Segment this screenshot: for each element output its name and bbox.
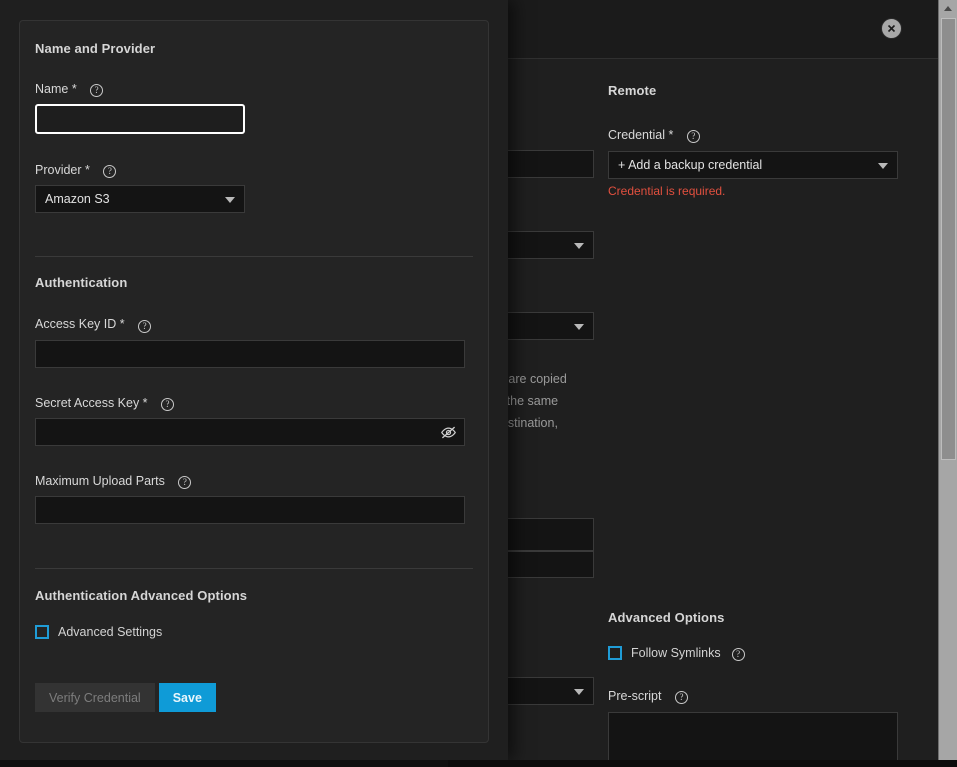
scrollbar-up-arrow-icon[interactable]: [939, 0, 957, 17]
background-select-peek-3[interactable]: [498, 677, 594, 705]
chevron-down-icon: [574, 243, 584, 249]
secret-key-input[interactable]: [35, 417, 465, 446]
access-key-field: Access Key ID * ?: [35, 317, 473, 368]
help-icon[interactable]: ?: [90, 84, 104, 98]
name-label: Name * ?: [35, 82, 473, 98]
remote-section-title: Remote: [608, 83, 657, 98]
prescript-label: Pre-script ?: [608, 689, 898, 705]
access-key-label: Access Key ID * ?: [35, 317, 473, 333]
name-field: Name * ?: [35, 82, 473, 135]
name-and-provider-section: Name and Provider Name * ? Provider * ? …: [20, 21, 488, 258]
secret-key-input-wrapper: [35, 417, 465, 446]
chevron-down-icon: [225, 197, 235, 204]
remote-section: Remote Credential * ? + Add a backup cre…: [608, 83, 898, 198]
max-upload-parts-input[interactable]: [35, 496, 465, 525]
credential-select[interactable]: + Add a backup credential: [608, 151, 898, 180]
max-upload-parts-field: Maximum Upload Parts ?: [35, 474, 473, 525]
background-input-peek-2[interactable]: [498, 518, 594, 551]
advanced-options-title: Advanced Options: [608, 610, 725, 625]
chevron-down-icon: [574, 324, 584, 330]
auth-advanced-options-title: Authentication Advanced Options: [35, 588, 248, 604]
advanced-settings-label: Advanced Settings: [58, 625, 163, 640]
background-top-bar: [508, 0, 938, 59]
help-icon[interactable]: ?: [686, 130, 700, 144]
provider-field: Provider * ? Amazon S3: [35, 163, 473, 214]
background-form-body: e are copied ith the same destination, R…: [490, 59, 938, 767]
credential-label: Credential * ?: [608, 128, 898, 144]
close-icon[interactable]: [881, 18, 902, 39]
name-input[interactable]: [35, 104, 245, 135]
background-input-peek-3[interactable]: [498, 551, 594, 578]
authentication-title: Authentication: [35, 275, 128, 291]
verify-credential-button[interactable]: Verify Credential: [35, 683, 155, 713]
credential-error-message: Credential is required.: [608, 184, 726, 199]
authentication-section: Authentication Access Key ID * ? Secret …: [20, 257, 488, 570]
provider-select-value: Amazon S3: [45, 192, 110, 207]
credential-form-card: Name and Provider Name * ? Provider * ? …: [19, 20, 489, 743]
vertical-scrollbar[interactable]: [938, 0, 957, 767]
help-icon[interactable]: ?: [674, 691, 688, 705]
background-left-column: e are copied ith the same destination,: [490, 59, 598, 767]
background-right-column: Remote Credential * ? + Add a backup cre…: [608, 59, 938, 767]
background-input-peek-1[interactable]: [498, 150, 594, 178]
follow-symlinks-checkbox[interactable]: [608, 646, 622, 660]
chevron-down-icon: [574, 689, 584, 695]
follow-symlinks-label: Follow Symlinks: [631, 646, 721, 660]
eye-off-icon[interactable]: [440, 424, 457, 441]
modal-action-buttons: Verify Credential Save: [35, 683, 473, 732]
scrollbar-thumb[interactable]: [941, 18, 956, 460]
help-icon[interactable]: ?: [138, 319, 152, 333]
prescript-textarea[interactable]: [608, 712, 898, 767]
secret-key-field: Secret Access Key * ?: [35, 396, 473, 446]
advanced-settings-row[interactable]: Advanced Settings: [35, 625, 473, 640]
background-select-peek-1[interactable]: [498, 231, 594, 259]
auth-advanced-options-section: Authentication Advanced Options Advanced…: [20, 569, 488, 732]
max-upload-parts-label: Maximum Upload Parts ?: [35, 474, 473, 490]
background-note-line-1: e are copied: [498, 372, 567, 386]
access-key-input[interactable]: [35, 339, 465, 368]
save-button[interactable]: Save: [158, 683, 216, 713]
help-icon[interactable]: ?: [103, 165, 117, 179]
credential-select-value: + Add a backup credential: [618, 158, 763, 173]
help-icon[interactable]: ?: [731, 647, 745, 661]
chevron-down-icon: [878, 163, 888, 170]
bottom-edge: [0, 760, 957, 767]
advanced-options-section: Advanced Options Follow Symlinks ? Pre-s…: [608, 610, 898, 767]
provider-select[interactable]: Amazon S3: [35, 185, 245, 214]
provider-label: Provider * ?: [35, 163, 473, 179]
help-icon[interactable]: ?: [161, 397, 175, 411]
secret-key-label: Secret Access Key * ?: [35, 396, 473, 411]
follow-symlinks-row[interactable]: Follow Symlinks ?: [608, 646, 898, 661]
name-and-provider-title: Name and Provider: [35, 41, 156, 56]
app-root: e are copied ith the same destination, R…: [0, 0, 957, 767]
help-icon[interactable]: ?: [178, 476, 192, 490]
prescript-field: Pre-script ?: [608, 689, 898, 767]
credential-modal-overlay: Name and Provider Name * ? Provider * ? …: [0, 0, 508, 760]
advanced-settings-checkbox[interactable]: [35, 625, 49, 640]
credential-field: Credential * ? + Add a backup credential…: [608, 128, 898, 198]
background-select-peek-2[interactable]: [498, 312, 594, 340]
bottom-edge-segment: [0, 760, 448, 767]
